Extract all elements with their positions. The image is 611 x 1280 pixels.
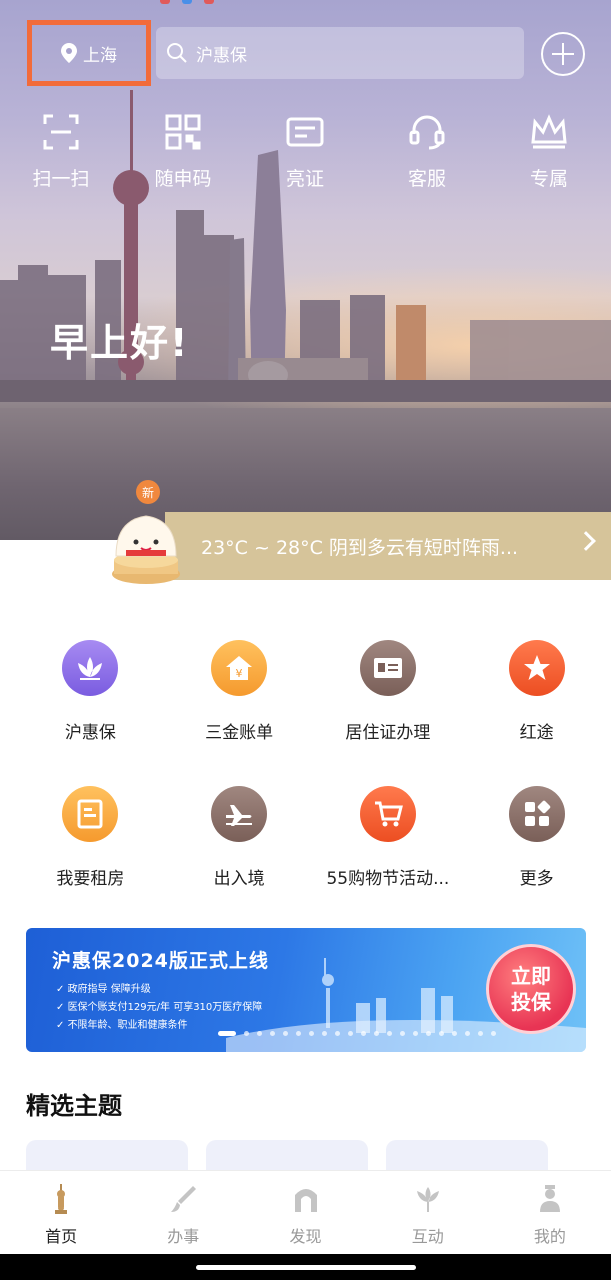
qr-code-icon — [165, 114, 201, 150]
quick-action-label: 扫一扫 — [32, 168, 90, 190]
airplane-icon — [211, 786, 268, 842]
service-huhuibao[interactable]: 沪惠保 — [16, 640, 165, 786]
weather-text: 23°C ~ 28°C 阴到多云有短时阵雨... — [201, 536, 519, 559]
service-rent-house[interactable]: 我要租房 — [16, 786, 165, 932]
quick-action-exclusive[interactable]: 专属 — [488, 112, 610, 191]
tab-mine[interactable]: 我的 — [489, 1171, 611, 1254]
location-selector[interactable]: 上海 — [27, 20, 151, 86]
search-bar[interactable]: 沪惠保 — [156, 27, 524, 79]
lotus-icon — [62, 640, 119, 696]
location-pin-icon — [61, 43, 77, 63]
service-label: 沪惠保 — [64, 723, 116, 743]
service-label: 三金账单 — [205, 723, 274, 743]
quick-action-scan[interactable]: 扫一扫 — [0, 112, 122, 191]
plus-icon[interactable] — [541, 32, 585, 76]
tab-label: 互动 — [411, 1227, 444, 1246]
service-shopping-festival[interactable]: 55购物节活动... — [314, 786, 463, 932]
shopping-cart-icon — [359, 786, 416, 842]
new-badge: 新 — [136, 480, 160, 504]
tab-label: 首页 — [45, 1227, 78, 1246]
insure-now-button[interactable]: 立即 投保 — [486, 944, 576, 1034]
banner-bullet: ✓ 政府指导 保障升级 — [56, 984, 151, 995]
service-hongtu[interactable]: 红途 — [462, 640, 611, 786]
tab-interact[interactable]: 互动 — [367, 1171, 489, 1254]
tulip-icon — [416, 1187, 439, 1212]
service-label: 我要租房 — [56, 869, 125, 889]
service-entry-exit[interactable]: 出入境 — [165, 786, 314, 932]
service-label: 55购物节活动... — [326, 869, 450, 889]
tab-services[interactable]: 办事 — [122, 1171, 244, 1254]
home-indicator — [0, 1254, 611, 1280]
person-icon — [539, 1185, 560, 1212]
service-label: 红途 — [519, 723, 554, 743]
quick-action-show-id[interactable]: 亮证 — [244, 112, 366, 191]
hero-banner: 上海 沪惠保 扫一扫 随申码 亮证 客服 专属 早上好! — [0, 0, 611, 540]
search-icon — [167, 43, 187, 63]
quick-action-health-code[interactable]: 随申码 — [122, 112, 244, 191]
service-label: 出入境 — [213, 869, 265, 889]
tab-home[interactable]: 首页 — [0, 1171, 122, 1254]
quick-action-customer-service[interactable]: 客服 — [366, 112, 488, 191]
service-grid: 沪惠保 ¥ 三金账单 居住证办理 红途 我要租房 出入境 55购物节活动... … — [0, 640, 611, 932]
status-bar — [160, 0, 214, 4]
chevron-right-icon — [576, 531, 596, 551]
location-label: 上海 — [83, 45, 117, 66]
service-residence-permit[interactable]: 居住证办理 — [314, 640, 463, 786]
search-input[interactable]: 沪惠保 — [196, 41, 247, 66]
tab-label: 办事 — [167, 1227, 200, 1246]
banner-bullet: ✓ 医保个账支付129元/年 可享310万医疗保障 — [56, 1002, 263, 1013]
greeting-text: 早上好! — [50, 321, 190, 365]
quick-action-label: 随申码 — [154, 168, 212, 190]
brush-icon — [171, 1186, 197, 1212]
quick-action-label: 客服 — [407, 168, 446, 190]
scan-icon — [43, 114, 79, 150]
banner-bullet: ✓ 不限年龄、职业和健康条件 — [56, 1020, 188, 1031]
bottom-tab-bar: 首页 办事 发现 互动 我的 — [0, 1170, 611, 1254]
banner-pager — [218, 1031, 496, 1036]
svg-text:¥: ¥ — [236, 667, 243, 680]
tab-discover[interactable]: 发现 — [244, 1171, 366, 1254]
mascot-bun-icon[interactable] — [108, 490, 184, 586]
section-title: 精选主题 — [26, 1092, 122, 1120]
service-label: 居住证办理 — [345, 723, 431, 743]
service-more[interactable]: 更多 — [462, 786, 611, 932]
service-sanjin-bill[interactable]: ¥ 三金账单 — [165, 640, 314, 786]
crown-icon — [531, 114, 567, 149]
tab-label: 发现 — [289, 1227, 322, 1246]
home-tower-icon — [55, 1184, 68, 1214]
quick-action-label: 亮证 — [285, 168, 324, 190]
quick-action-label: 专属 — [529, 168, 568, 190]
card-icon — [286, 117, 324, 147]
grid-more-icon — [508, 786, 565, 842]
star-icon — [508, 640, 565, 696]
tab-label: 我的 — [533, 1227, 566, 1246]
id-card-icon — [359, 640, 416, 696]
service-label: 更多 — [519, 869, 554, 889]
headset-icon — [409, 115, 445, 150]
rent-document-icon — [62, 786, 119, 842]
house-yen-icon: ¥ — [211, 640, 268, 696]
weather-bar[interactable]: 23°C ~ 28°C 阴到多云有短时阵雨... — [165, 512, 611, 580]
arch-icon — [294, 1189, 317, 1212]
quick-actions: 扫一扫 随申码 亮证 客服 专属 — [0, 112, 611, 191]
banner-title: 沪惠保2024版正式上线 — [52, 950, 269, 972]
